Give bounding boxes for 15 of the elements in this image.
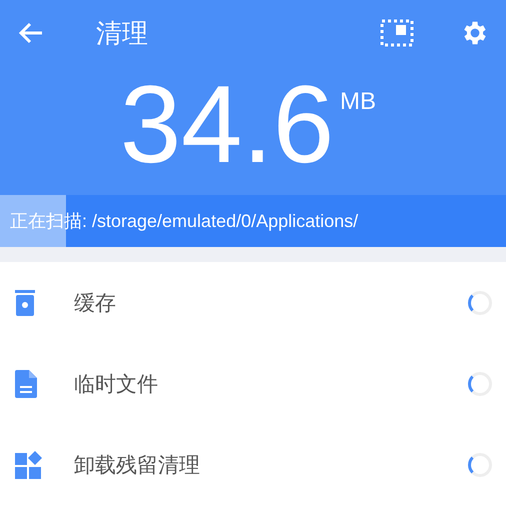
- loading-spinner-icon: [468, 452, 492, 476]
- category-label: 临时文件: [74, 370, 159, 398]
- back-button[interactable]: [18, 22, 44, 44]
- screen-title: 清理: [96, 18, 148, 50]
- select-all-button[interactable]: [380, 19, 414, 47]
- apps-icon: [14, 450, 44, 480]
- size-unit: MB: [340, 88, 376, 116]
- category-label: 卸载残留清理: [74, 452, 201, 478]
- loading-spinner-icon: [468, 290, 492, 314]
- document-icon: [14, 368, 38, 398]
- trash-icon: [14, 288, 36, 316]
- category-label: 缓存: [74, 290, 117, 316]
- size-value: 34.6: [120, 70, 334, 180]
- loading-spinner-icon: [468, 372, 492, 396]
- scan-path: 正在扫描: /storage/emulated/0/Applications/: [9, 210, 358, 233]
